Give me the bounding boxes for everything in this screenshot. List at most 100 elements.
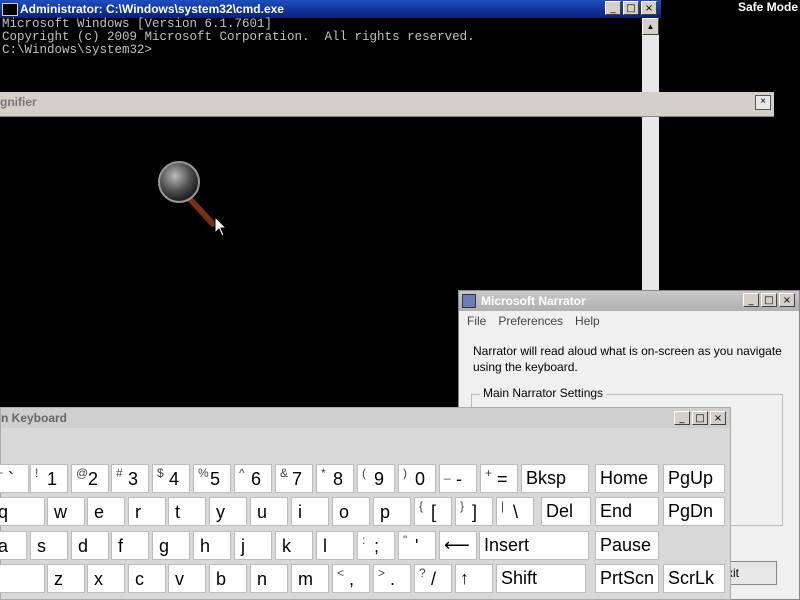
key-main-label: 1 [47,469,58,489]
key-pgup[interactable]: PgUp [663,464,725,493]
key-j[interactable]: j [234,531,272,560]
key-x[interactable]: x [87,564,125,593]
key-main-label: = [497,469,508,489]
key-z[interactable]: z [47,564,85,593]
narrator-maximize-button[interactable]: □ [761,293,777,307]
key-b[interactable]: b [209,564,247,593]
key-home[interactable]: Home [595,464,659,493]
key-p[interactable]: p [373,497,411,526]
key-k[interactable]: k [275,531,313,560]
key-2[interactable]: @2 [71,464,109,493]
magnifier-titlebar[interactable]: gnifier × [0,92,774,117]
key-shift-label: + [485,466,493,480]
cmd-titlebar[interactable]: Administrator: C:\Windows\system32\cmd.e… [0,0,661,18]
key-1[interactable]: ! 1 [30,464,68,493]
key-shift[interactable]: Shift [496,564,586,593]
key-q[interactable]: q [0,497,45,526]
keyboard-titlebar[interactable]: n Keyboard _ □ × [1,408,730,428]
key-shift-label: " [403,533,408,547]
key-main-label: / [431,569,437,589]
mouse-cursor-icon [214,216,228,237]
key-bksp[interactable]: Bksp [521,464,589,493]
key-main-label: t [175,502,181,522]
narrator-minimize-button[interactable]: _ [743,293,759,307]
key-.[interactable]: >. [373,564,411,593]
key-shift-label: & [280,466,289,480]
key-9[interactable]: (9 [357,464,395,493]
key-4[interactable]: $4 [152,464,190,493]
magnifier-close-button[interactable]: × [755,95,771,110]
key-pgdn[interactable]: PgDn [663,497,725,526]
key-pause[interactable]: Pause [595,531,659,560]
key-0[interactable]: ) 0 [398,464,436,493]
key-8[interactable]: * 8 [316,464,354,493]
keyboard-maximize-button[interactable]: □ [692,411,708,425]
narrator-close-button[interactable]: × [779,293,795,307]
scroll-up-icon[interactable]: ▲ [642,18,659,35]
key-↑[interactable]: ↑ [455,564,493,593]
keyboard-minimize-button[interactable]: _ [674,411,690,425]
key-s[interactable]: s [30,531,68,560]
key-5[interactable]: % 5 [193,464,231,493]
key-h[interactable]: h [193,531,231,560]
key-i[interactable]: i [291,497,329,526]
menu-file[interactable]: File [467,314,486,328]
key-o[interactable]: o [332,497,370,526]
key-r[interactable]: r [128,497,166,526]
keyboard-close-button[interactable]: × [710,411,726,425]
key-f[interactable]: f [111,531,149,560]
cmd-close-button[interactable]: × [641,1,657,15]
key-scrlk[interactable]: ScrLk [663,564,725,593]
key-'[interactable]: " ' [398,531,436,560]
key-main-label: ' [415,536,419,556]
narrator-titlebar[interactable]: Microsoft Narrator _ □ × [459,291,799,311]
key-l[interactable]: l [316,531,354,560]
key-main-label: 8 [333,469,344,489]
key-a[interactable]: a [0,531,27,560]
magnifier-lens-icon[interactable] [155,158,215,228]
cmd-maximize-button[interactable]: □ [623,1,639,15]
key-;[interactable]: :; [357,531,395,560]
key-insert[interactable]: Insert [479,531,589,560]
key-\[interactable]: | \ [496,497,534,526]
key-shift-label: < [337,566,345,580]
key-w[interactable]: w [47,497,85,526]
key-e[interactable]: e [87,497,125,526]
key-y[interactable]: y [209,497,247,526]
key-d[interactable]: d [71,531,109,560]
key-blank[interactable] [0,564,45,593]
key-`[interactable]: ~` [0,464,29,493]
key-t[interactable]: t [168,497,206,526]
key-6[interactable]: ^ 6 [234,464,272,493]
key-m[interactable]: m [291,564,329,593]
onscreen-keyboard[interactable]: n Keyboard _ □ × ~`!1@2#3$4%5^6&7*8(9)0_… [0,407,731,600]
key-][interactable]: }] [455,497,493,526]
key-main-label: k [282,536,291,556]
key-=[interactable]: + = [480,464,518,493]
key-7[interactable]: & 7 [275,464,313,493]
key--[interactable]: _ - [439,464,477,493]
cmd-console[interactable]: Microsoft Windows [Version 6.1.7601] Cop… [0,18,641,290]
key-c[interactable]: c [128,564,166,593]
key-shift-label: # [116,466,123,480]
key-/[interactable]: ? / [414,564,452,593]
key-end[interactable]: End [595,497,659,526]
menu-preferences[interactable]: Preferences [498,314,563,328]
key-g[interactable]: g [152,531,190,560]
cmd-scrollbar[interactable]: ▲ [642,18,659,290]
key-3[interactable]: #3 [111,464,149,493]
key-,[interactable]: <, [332,564,370,593]
key-[[interactable]: {[ [414,497,452,526]
cmd-minimize-button[interactable]: _ [605,1,621,15]
cmd-window[interactable]: Administrator: C:\Windows\system32\cmd.e… [0,0,661,290]
menu-help[interactable]: Help [575,314,600,328]
key-main-label: [ [431,502,437,522]
key-v[interactable]: v [168,564,206,593]
key-label: PgDn [668,501,714,521]
key-n[interactable]: n [250,564,288,593]
key-prtscn[interactable]: PrtScn [595,564,659,593]
key-u[interactable]: u [250,497,288,526]
key-del[interactable]: Del [541,497,591,526]
key-⟵[interactable]: ⟵ [439,531,477,560]
key-shift-label: * [321,466,326,480]
